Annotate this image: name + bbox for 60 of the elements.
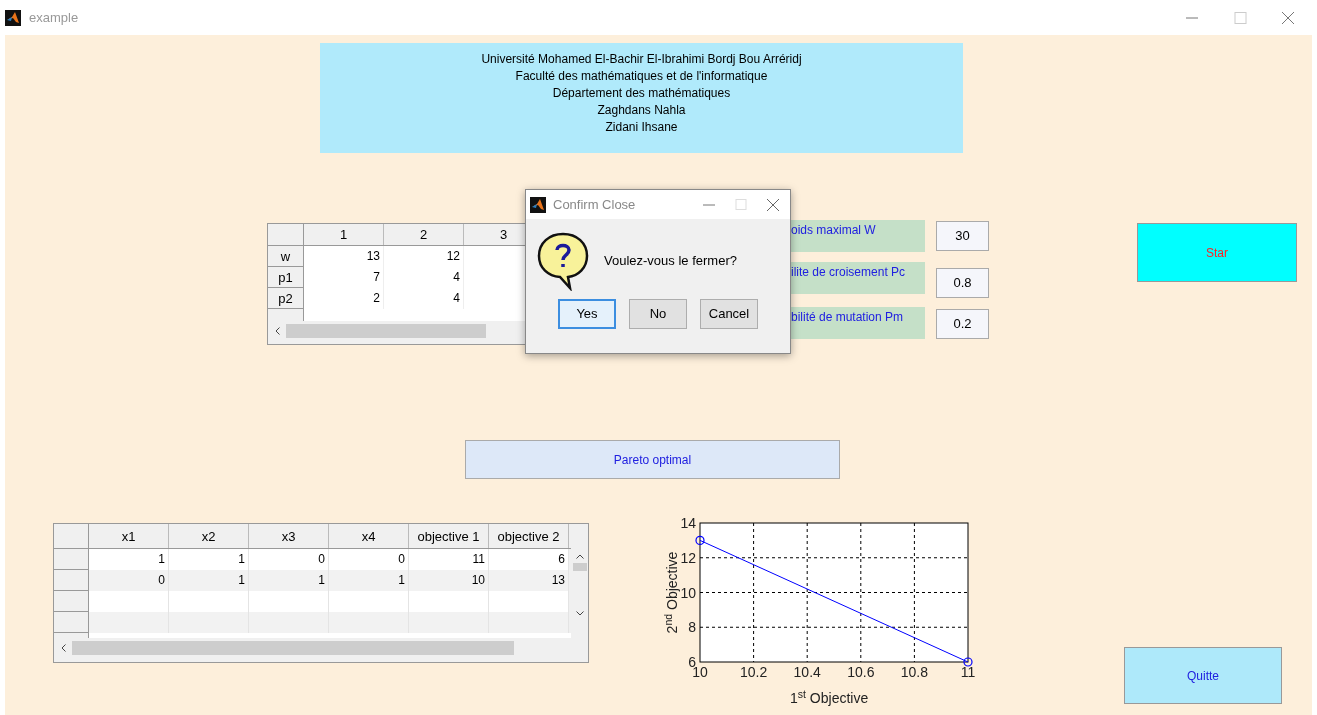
table-cell: 13 — [304, 246, 384, 267]
header-line: Département des mathématiques — [552, 85, 731, 102]
window-title: example — [29, 8, 79, 27]
table-cell: 0 — [329, 549, 409, 570]
dialog-message: Voulez-vous le fermer? — [604, 252, 737, 271]
scroll-up-icon[interactable] — [575, 554, 584, 559]
dialog-button[interactable]: Yes — [558, 299, 616, 329]
table-cell: 0 — [249, 549, 329, 570]
scrollbar-thumb[interactable] — [286, 324, 486, 338]
y-tick-label: 12 — [680, 549, 696, 566]
column-header: x1 — [89, 524, 169, 548]
close-icon[interactable] — [766, 197, 780, 212]
table-cell: 1 — [89, 549, 169, 570]
table-cell: 11 — [409, 549, 489, 570]
table-cell: 7 — [304, 267, 384, 288]
column-header: x3 — [249, 524, 329, 548]
x-tick-label: 10.8 — [900, 664, 929, 680]
column-header: 1 — [304, 224, 384, 245]
data-point — [695, 535, 705, 545]
scrollbar-thumb[interactable] — [572, 563, 587, 571]
quit-button[interactable]: Quitte — [1124, 647, 1282, 704]
scroll-left-icon[interactable] — [60, 644, 66, 652]
data-point — [963, 657, 973, 667]
maximize-icon[interactable] — [734, 197, 748, 212]
x-tick-label: 10.4 — [793, 664, 821, 680]
y-tick-label: 14 — [680, 515, 696, 531]
column-header: 2 — [384, 224, 464, 245]
x-tick-label: 11 — [960, 664, 976, 680]
table-cell: 12 — [384, 246, 464, 267]
parameter-field[interactable]: 0.8 — [936, 268, 989, 298]
x-tick-label: 10.6 — [847, 664, 875, 680]
dialog-title: Confirm Close — [553, 195, 636, 214]
y-tick-label: 10 — [680, 584, 696, 601]
x-axis-label: 1$^{st}$ Objective — [790, 688, 869, 708]
table-cell: 6 — [489, 549, 569, 570]
scroll-left-icon[interactable] — [274, 327, 280, 335]
dialog-button[interactable]: Cancel — [700, 299, 758, 329]
header-line: Université Mohamed El-Bachir El-Ibrahimi Bordj Bou Arréridj — [481, 51, 802, 68]
y-tick-label: 8 — [688, 619, 696, 636]
x-tick-label: 10.2 — [739, 664, 768, 680]
dialog-button[interactable]: No — [629, 299, 687, 329]
table-cell: 1 — [169, 549, 249, 570]
scroll-down-icon[interactable] — [575, 611, 584, 616]
column-header: x2 — [169, 524, 249, 548]
parameter-field[interactable]: 30 — [936, 221, 989, 251]
table-cell: 4 — [384, 267, 464, 288]
column-header: objective 2 — [489, 524, 569, 548]
header-line: Zidani Ihsane — [605, 119, 678, 136]
scrollbar-thumb[interactable] — [72, 641, 514, 655]
table-cell: 4 — [384, 288, 464, 309]
table-cell: 2 — [304, 288, 384, 309]
question-icon — [536, 231, 590, 291]
app-logo-icon — [530, 196, 546, 213]
header-line: Zaghdans Nahla — [597, 102, 686, 119]
app-logo-icon — [5, 9, 21, 26]
header-line: Faculté des mathématiques et de l'informatique — [515, 68, 768, 85]
pareto-button[interactable]: Pareto optimal — [465, 440, 840, 479]
parameter-field[interactable]: 0.2 — [936, 309, 989, 339]
column-header: objective 1 — [409, 524, 489, 548]
column-header: x4 — [329, 524, 409, 548]
